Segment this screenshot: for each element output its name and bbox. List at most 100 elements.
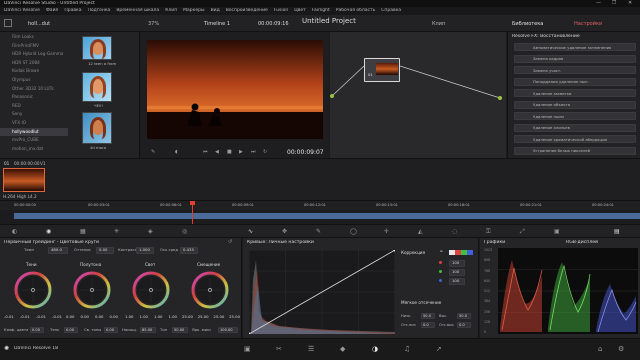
- page-edit-icon[interactable]: ☰: [308, 345, 314, 353]
- lut-list-item[interactable]: Sony: [12, 111, 22, 116]
- lut-list-item[interactable]: RED: [12, 103, 21, 108]
- fx-item[interactable]: Удаление хлопьев: [514, 123, 636, 132]
- color-wheel-shadows[interactable]: [13, 270, 53, 310]
- menu-item[interactable]: Fusion: [274, 8, 288, 13]
- fx-item[interactable]: Замена кадров: [514, 54, 636, 63]
- lut-list-item[interactable]: Kodak Brown: [12, 68, 39, 73]
- lut-list-item[interactable]: Other 3D32 10 LUTs: [12, 86, 54, 91]
- param-value-input[interactable]: 0.00: [96, 247, 114, 254]
- lut-list-item[interactable]: Film Looks: [12, 34, 34, 39]
- wheel-value-r[interactable]: 0.00: [81, 314, 89, 319]
- fx-item[interactable]: Удаление объекта: [514, 100, 636, 109]
- playhead-handle[interactable]: [189, 201, 195, 205]
- media-folder-label[interactable]: holl...dut: [28, 21, 50, 27]
- play-reverse-icon[interactable]: ◀: [215, 149, 219, 155]
- play-icon[interactable]: ▶: [239, 149, 243, 155]
- param-value-input[interactable]: 0.00: [64, 327, 78, 334]
- soft-clip-input[interactable]: 0.0: [421, 322, 435, 329]
- wheel-value-y[interactable]: 25.00: [182, 314, 193, 319]
- lut-list-item[interactable]: hollywoodlut: [12, 129, 39, 134]
- channel-intensity-input[interactable]: 100: [449, 269, 465, 276]
- param-value-input[interactable]: 0.00: [30, 327, 44, 334]
- lut-list-item[interactable]: FilmPrintFMV: [12, 43, 39, 48]
- mini-timeline[interactable]: 00:00:00:00 00:00:03:01 00:00:06:01 00:0…: [0, 200, 640, 225]
- wheel-value-y[interactable]: 0.00: [66, 314, 74, 319]
- qualifier-icon[interactable]: ✎: [316, 228, 321, 235]
- motion-effects-icon[interactable]: ◎: [182, 228, 187, 235]
- channel-intensity-input[interactable]: 100: [449, 260, 465, 267]
- wheel-value-b[interactable]: -0.01: [52, 314, 62, 319]
- channel-chip[interactable]: [467, 250, 473, 255]
- lut-list-item[interactable]: motion_mv.dat: [12, 146, 43, 151]
- lut-list-item[interactable]: HDR Hybrid Log-Gamma: [12, 51, 63, 56]
- soft-clip-input[interactable]: 50.0: [421, 313, 435, 320]
- menu-item[interactable]: DaVinci Resolve: [4, 8, 40, 13]
- lut-list-item[interactable]: HDR ST 2084: [12, 60, 40, 65]
- color-wheel-offset[interactable]: [190, 270, 230, 310]
- color-warper-icon[interactable]: ✥: [282, 228, 287, 235]
- channel-intensity-input[interactable]: 100: [449, 278, 465, 285]
- wheel-value-g[interactable]: 25.00: [213, 314, 224, 319]
- loop-icon[interactable]: ↻: [263, 149, 267, 155]
- param-value-input[interactable]: 100.00: [218, 327, 238, 334]
- soft-clip-input[interactable]: 0.0: [457, 322, 471, 329]
- menu-item[interactable]: Правка: [64, 8, 81, 13]
- page-media-icon[interactable]: ▣: [244, 345, 251, 353]
- settings-gear-icon[interactable]: ⚙: [618, 345, 624, 353]
- color-wheel-highlights[interactable]: [131, 270, 171, 310]
- stop-icon[interactable]: ■: [227, 149, 232, 155]
- key-icon[interactable]: ⚿: [486, 228, 491, 236]
- wheel-value-r[interactable]: -0.01: [20, 314, 30, 319]
- menu-item[interactable]: Подгонка: [88, 8, 111, 13]
- timeline-selector[interactable]: Timeline 1: [204, 21, 230, 27]
- lut-list-item[interactable]: mvPro_CUBE: [12, 137, 39, 142]
- minimize-button[interactable]: —: [596, 0, 601, 6]
- volume-icon[interactable]: ◖: [175, 149, 178, 155]
- menu-item[interactable]: Справка: [381, 8, 401, 13]
- menu-item[interactable]: Временная шкала: [116, 8, 159, 13]
- color-node[interactable]: 01: [364, 58, 400, 82]
- lut-list-item[interactable]: Olympus: [12, 77, 31, 82]
- wheel-value-g[interactable]: 1.00: [154, 314, 162, 319]
- viewer-frame[interactable]: [147, 40, 323, 139]
- timeline-track-clip[interactable]: [14, 213, 640, 219]
- lut-list-item[interactable]: Panasonic: [12, 94, 33, 99]
- param-value-input[interactable]: 1.000: [136, 247, 154, 254]
- menu-item[interactable]: Fairlight: [312, 8, 330, 13]
- media-pool-icon[interactable]: [4, 19, 12, 27]
- lut-list-item[interactable]: VFX IO: [12, 120, 26, 125]
- page-cut-icon[interactable]: ✂: [276, 345, 282, 353]
- lut-thumbnail[interactable]: [82, 72, 112, 102]
- fx-item[interactable]: Удаление хроматической аберрации: [514, 135, 636, 144]
- wheel-value-g[interactable]: -0.01: [36, 314, 46, 319]
- param-value-input[interactable]: 460.0: [48, 247, 68, 254]
- menu-item[interactable]: Вид: [211, 8, 220, 13]
- curves-graph[interactable]: [249, 250, 395, 334]
- param-value-input[interactable]: 0.435: [180, 247, 198, 254]
- fx-item[interactable]: Удаление засветки: [514, 89, 636, 98]
- color-match-icon[interactable]: ◉: [46, 228, 51, 235]
- fx-item[interactable]: Замена участ.: [514, 66, 636, 75]
- link-channels-icon[interactable]: ⚭: [439, 249, 443, 255]
- page-fusion-icon[interactable]: ◆: [340, 345, 345, 353]
- toolbar-timecode[interactable]: 00:00:09:16: [258, 21, 289, 27]
- curves-tool-icon[interactable]: ∿: [248, 228, 253, 235]
- menu-item[interactable]: Воспроизведение: [226, 8, 268, 13]
- window-tool-icon[interactable]: ◯: [350, 228, 357, 235]
- wheel-value-y[interactable]: -0.01: [4, 314, 14, 319]
- clip-mode-selector[interactable]: Клип: [432, 21, 445, 27]
- camera-raw-icon[interactable]: ◐: [12, 228, 17, 235]
- 3d-icon[interactable]: ▣: [554, 228, 560, 235]
- wheel-value-y[interactable]: 1.00: [125, 314, 133, 319]
- scopes-tab-icon[interactable]: ▤: [614, 228, 620, 235]
- hdr-icon[interactable]: ✳: [114, 228, 119, 235]
- soft-clip-input[interactable]: 50.0: [457, 313, 471, 320]
- param-value-input[interactable]: 0.00: [104, 327, 118, 334]
- menu-item[interactable]: Цвет: [294, 8, 306, 13]
- lut-thumbnail[interactable]: [82, 36, 112, 60]
- menu-item[interactable]: Маркеры: [183, 8, 204, 13]
- wheel-value-r[interactable]: 1.00: [140, 314, 148, 319]
- page-color-icon[interactable]: ◑: [372, 345, 378, 353]
- wheel-value-b[interactable]: 1.00: [169, 314, 177, 319]
- color-bars-icon[interactable]: ▦: [80, 228, 86, 235]
